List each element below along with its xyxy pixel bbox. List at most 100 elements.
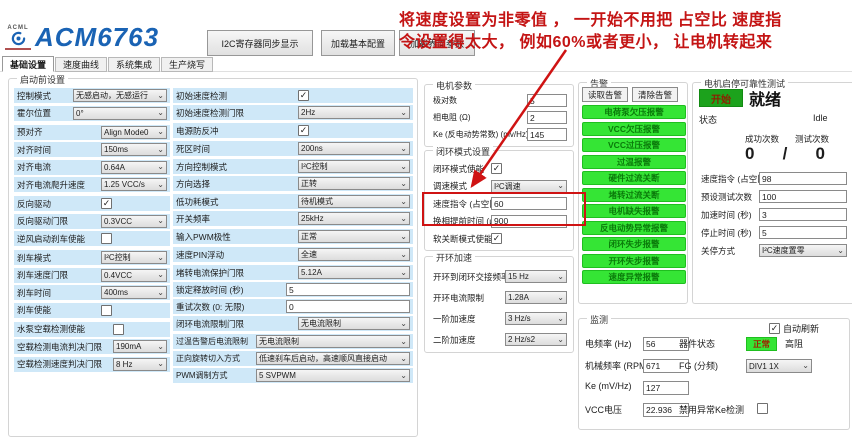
dropdown[interactable]: 400ms⌄ (101, 286, 167, 299)
setting-label: 刹车使能 (17, 304, 101, 316)
status-value: Idle (813, 113, 828, 123)
dropdown[interactable]: 正转⌄ (298, 177, 410, 190)
chevron-down-icon: ⌄ (400, 198, 407, 206)
setting-row: 方向选择正转⌄ (173, 176, 413, 191)
start-button[interactable]: 开始 (699, 89, 743, 107)
checkbox[interactable] (298, 125, 309, 136)
dropdown[interactable]: I²C控制⌄ (101, 251, 167, 264)
checkbox[interactable] (298, 90, 309, 101)
control-slot: Align Mode0⌄ (101, 126, 167, 139)
dropdown[interactable]: 1.28A⌄ (505, 291, 567, 304)
control-slot (113, 324, 167, 335)
dropdown[interactable]: 无电流限制⌄ (256, 335, 410, 348)
setting-row: 初始速度检测 (173, 88, 413, 103)
chevron-down-icon: ⌄ (400, 372, 407, 380)
dropdown[interactable]: 5 SVPWM⌄ (256, 369, 410, 382)
dropdown[interactable]: 0.4VCC⌄ (101, 269, 167, 282)
text-input[interactable]: 0 (286, 300, 410, 313)
dropdown[interactable]: 200ns⌄ (298, 142, 410, 155)
chevron-down-icon: ⌄ (400, 145, 407, 153)
dropdown[interactable]: 0.3VCC⌄ (101, 215, 167, 228)
alarm-indicator: 开环失步报警 (582, 254, 686, 268)
toolbar-button[interactable]: I2C寄存器同步显示 (207, 30, 313, 56)
setting-label: 堵转电流保护门限 (176, 267, 298, 279)
dropdown[interactable]: 0°⌄ (73, 107, 167, 120)
dropdown[interactable]: 8 Hz⌄ (113, 358, 167, 371)
checkbox[interactable] (101, 305, 112, 316)
setting-row: 预设测试次数100 (698, 189, 850, 204)
setting-row: 锁定释放时间 (秒)5 (173, 282, 413, 297)
dropdown[interactable]: 0.64A⌄ (101, 161, 167, 174)
device-state-label: 器件状态 (679, 337, 715, 350)
checkbox[interactable] (769, 323, 780, 334)
dropdown[interactable]: 无电流限制⌄ (298, 317, 410, 330)
auto-refresh-toggle[interactable]: 自动刷新 (769, 322, 819, 335)
count-separator: / (783, 144, 788, 164)
setting-row: 死区时间200ns⌄ (173, 141, 413, 156)
setting-row: 空载检测速度判决门限8 Hz⌄ (14, 357, 170, 372)
dropdown[interactable]: 15 Hz⌄ (505, 270, 567, 283)
setting-row: 开关频率25kHz⌄ (173, 211, 413, 226)
dropdown[interactable]: 1.25 VCC/s⌄ (101, 178, 167, 191)
dropdown[interactable]: I²C控制⌄ (298, 160, 410, 173)
setting-row: 开环到闭环交接频率15 Hz⌄ (430, 269, 570, 284)
chevron-down-icon: ⌄ (157, 128, 164, 136)
text-input[interactable]: 3 (759, 208, 847, 221)
checkbox[interactable] (491, 233, 502, 244)
dropdown[interactable]: 2Hz⌄ (298, 106, 410, 119)
chevron-down-icon: ⌄ (400, 320, 407, 328)
chevron-down-icon: ⌄ (157, 163, 164, 171)
tab-4[interactable]: 生产烧写 (161, 57, 213, 72)
dropdown-value: 1.28A (508, 293, 557, 302)
setting-group: 初始速度检测初始速度检测门限2Hz⌄ (173, 88, 413, 120)
checkbox[interactable] (113, 324, 124, 335)
setting-group: 堵转电流保护门限5.12A⌄锁定释放时间 (秒)5重试次数 (0: 无限)0闭环… (173, 265, 413, 331)
control-slot: 15 Hz⌄ (505, 270, 567, 283)
setting-label: 死区时间 (176, 143, 298, 155)
dropdown[interactable]: 待机模式⌄ (298, 195, 410, 208)
dropdown[interactable]: Align Mode0⌄ (101, 126, 167, 139)
text-input[interactable]: 5 (759, 226, 847, 239)
control-slot (101, 305, 167, 316)
monitor-value[interactable]: 127 (643, 381, 689, 395)
tab-2[interactable]: 速度曲线 (55, 57, 107, 72)
dropdown-value: I²C速度置零 (762, 245, 837, 256)
setting-label: 对齐电流 (17, 161, 101, 173)
dropdown[interactable]: 低速刹车后启动，高速顺风直接启动⌄ (256, 352, 410, 365)
control-slot (101, 233, 167, 244)
checkbox[interactable] (101, 198, 112, 209)
dropdown[interactable]: 5.12A⌄ (298, 266, 410, 279)
fg-divider-select[interactable]: DIV1 1X ⌄ (746, 359, 812, 373)
chevron-down-icon: ⌄ (157, 289, 164, 297)
dropdown[interactable]: 190mA⌄ (113, 340, 167, 353)
dropdown[interactable]: 正常⌄ (298, 230, 410, 243)
setting-label: 逆风启动刹车使能 (17, 233, 101, 245)
dropdown[interactable]: 2 Hz/s2⌄ (505, 333, 567, 346)
control-slot: I²C控制⌄ (298, 160, 410, 173)
setting-label: 初始速度检测 (176, 90, 298, 102)
dropdown-value: I²C控制 (301, 161, 400, 172)
ke-disable-checkbox[interactable] (757, 403, 768, 414)
text-input[interactable]: 5 (286, 283, 410, 296)
chevron-down-icon: ⌄ (557, 336, 564, 344)
dropdown[interactable]: 25kHz⌄ (298, 212, 410, 225)
control-slot: 98 (759, 172, 847, 185)
dropdown[interactable]: 全速⌄ (298, 248, 410, 261)
dropdown[interactable]: 无感启动，无感运行⌄ (73, 89, 167, 102)
control-slot: 2 Hz/s2⌄ (505, 333, 567, 346)
text-input[interactable]: 98 (759, 172, 847, 185)
text-input[interactable]: 100 (759, 190, 847, 203)
toolbar-button[interactable]: 加载基本配置 (321, 30, 395, 56)
dropdown[interactable]: 150ms⌄ (101, 143, 167, 156)
control-slot: 5 SVPWM⌄ (256, 369, 410, 382)
checkbox[interactable] (101, 233, 112, 244)
panel-title: 启动前设置 (17, 73, 68, 86)
ke-disable-label: 禁用异常Ke检测 (679, 403, 744, 416)
dropdown[interactable]: 3 Hz/s⌄ (505, 312, 567, 325)
annotation-text-line1: 将速度设置为非零值 ， 一开始不用把 占空比 速度指 (399, 6, 782, 30)
clear-alarm-button[interactable]: 清除告警 (632, 87, 678, 102)
dropdown[interactable]: I²C速度置零⌄ (759, 244, 847, 257)
tab-1[interactable]: 基础设置 (2, 56, 54, 72)
setting-row: 一阶加速度3 Hz/s⌄ (430, 311, 570, 326)
tab-3[interactable]: 系统集成 (108, 57, 160, 72)
